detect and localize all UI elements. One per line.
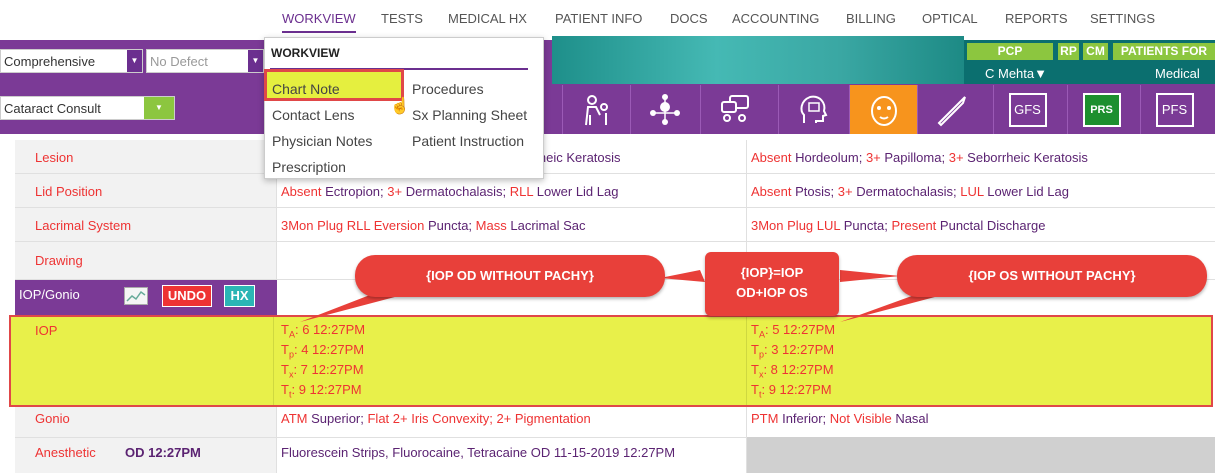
visit-type-select[interactable]: Cataract Consult ▼ (0, 96, 175, 120)
nav-optical[interactable]: OPTICAL (922, 11, 978, 26)
patient-exam-icon (584, 94, 608, 125)
iop-os-tx[interactable]: Tx: 8 12:27PM (751, 362, 834, 380)
chart-icon[interactable] (124, 287, 148, 305)
iop-os-tp[interactable]: Tp: 3 12:27PM (751, 342, 834, 360)
patients-for-badge[interactable]: PATIENTS FOR (1113, 43, 1215, 60)
exam-type-select[interactable]: Comprehensive ▼ (0, 49, 143, 73)
row-label-anesthetic[interactable]: Anesthetic (35, 445, 96, 460)
patient-panel: PCP RP CM PATIENTS FOR C Mehta▼ Medical (964, 40, 1215, 84)
iop-gonio-label[interactable]: IOP/Gonio (19, 287, 80, 302)
provider-select[interactable]: C Mehta▼ (985, 66, 1047, 81)
lid-os-text[interactable]: Absent Ptosis; 3+ Dermatochalasis; LUL L… (751, 184, 1069, 199)
iop-od-ta[interactable]: TA: 6 12:27PM (281, 322, 365, 340)
defect-select[interactable]: No Defect ▼ (146, 49, 264, 73)
callout-iop-od: {IOP OD WITHOUT PACHY} (355, 255, 665, 297)
nav-medical-hx[interactable]: MEDICAL HX (448, 11, 527, 26)
consult-tool[interactable] (700, 85, 768, 134)
nav-patient-info[interactable]: PATIENT INFO (555, 11, 642, 26)
lid-od-text[interactable]: Absent Ectropion; 3+ Dermatochalasis; RL… (281, 184, 618, 199)
gfs-tool[interactable]: GFS (993, 85, 1061, 134)
callout-iop-sum: {IOP}=IOP OD+IOP OS (705, 252, 839, 316)
row-label-drawing[interactable]: Drawing (35, 253, 83, 268)
network-tool[interactable] (630, 85, 698, 134)
chevron-down-icon: ▼ (127, 50, 142, 72)
chat-icon (720, 94, 749, 122)
lacrimal-od-text[interactable]: 3Mon Plug RLL Eversion Puncta; Mass Lacr… (281, 218, 586, 233)
chevron-down-icon: ▼ (248, 50, 263, 72)
patient-exam-tool[interactable] (562, 85, 630, 134)
gonio-od-text[interactable]: ATM Superior; Flat 2+ Iris Convexity; 2+… (281, 411, 591, 426)
iop-od-tt[interactable]: Tt: 9 12:27PM (281, 382, 362, 400)
iop-gonio-header: IOP/Gonio UNDO HX (15, 280, 277, 315)
anesthetic-time: OD 12:27PM (125, 445, 201, 460)
scalpel-tool[interactable] (917, 85, 985, 134)
nav-tests[interactable]: TESTS (381, 11, 423, 26)
callout-iop-sum-line2: OD+IOP OS (736, 285, 808, 300)
menu-item-procedures[interactable]: Procedures (412, 81, 484, 97)
active-tab-indicator (282, 31, 356, 33)
menu-item-physician-notes[interactable]: Physician Notes (272, 133, 372, 149)
iop-od-tx[interactable]: Tx: 7 12:27PM (281, 362, 364, 380)
neuro-tool[interactable] (778, 85, 846, 134)
table-row: Lid Position Absent Ectropion; 3+ Dermat… (15, 174, 1215, 208)
rp-badge[interactable]: RP (1058, 43, 1079, 60)
lesion-os-text[interactable]: Absent Hordeolum; 3+ Papilloma; 3+ Sebor… (751, 150, 1088, 165)
nav-reports[interactable]: REPORTS (1005, 11, 1068, 26)
undo-button[interactable]: UNDO (162, 285, 212, 307)
category-label: Medical (1155, 66, 1200, 81)
nav-workview[interactable]: WORKVIEW (282, 11, 356, 26)
nav-billing[interactable]: BILLING (846, 11, 896, 26)
row-label-gonio[interactable]: Gonio (35, 411, 70, 426)
visit-type-value: Cataract Consult (4, 101, 101, 116)
face-tool[interactable] (849, 85, 917, 134)
callout-iop-os: {IOP OS WITHOUT PACHY} (897, 255, 1207, 297)
nav-docs[interactable]: DOCS (670, 11, 708, 26)
cm-badge[interactable]: CM (1083, 43, 1108, 60)
hx-button[interactable]: HX (224, 285, 255, 307)
iop-os-ta[interactable]: TA: 5 12:27PM (751, 322, 835, 340)
row-label-lid-position[interactable]: Lid Position (35, 184, 102, 199)
iop-row: IOP TA: 6 12:27PM Tp: 4 12:27PM Tx: 7 12… (9, 315, 1213, 407)
defect-placeholder: No Defect (150, 54, 208, 69)
anesthetic-os-cell (747, 437, 1215, 473)
row-label-iop[interactable]: IOP (35, 323, 57, 338)
banner-image (552, 36, 964, 84)
gonio-os-text[interactable]: PTM Inferior; Not Visible Nasal (751, 411, 929, 426)
nav-settings[interactable]: SETTINGS (1090, 11, 1155, 26)
menu-item-chart-note[interactable]: Chart Note (272, 81, 340, 97)
line-chart-icon (126, 290, 146, 302)
face-icon (870, 95, 897, 126)
row-label-lesion[interactable]: Lesion (35, 150, 73, 165)
head-book-icon (800, 95, 827, 123)
lacrimal-os-text[interactable]: 3Mon Plug LUL Puncta; Present Punctal Di… (751, 218, 1045, 233)
pcp-badge[interactable]: PCP (967, 43, 1053, 60)
table-row: Lacrimal System 3Mon Plug RLL Eversion P… (15, 208, 1215, 242)
hand-cursor-icon: ☝ (390, 98, 410, 115)
gfs-icon: GFS (1008, 92, 1047, 127)
prs-tool[interactable]: PRS (1067, 85, 1135, 134)
prs-icon: PRS (1082, 92, 1121, 127)
table-row: Lesion orrheic Keratosis Absent Hordeolu… (15, 140, 1215, 174)
dropdown-title: WORKVIEW (271, 46, 340, 60)
scalpel-icon (937, 95, 966, 126)
menu-item-sx-planning-sheet[interactable]: Sx Planning Sheet (412, 107, 527, 123)
menu-item-contact-lens[interactable]: Contact Lens (272, 107, 355, 123)
chevron-down-icon: ▼ (144, 97, 174, 119)
exam-type-value: Comprehensive (4, 54, 96, 69)
menu-item-prescription[interactable]: Prescription (272, 159, 346, 175)
workview-dropdown: WORKVIEW Chart Note Contact Lens Physici… (264, 37, 544, 179)
table-row: Gonio ATM Superior; Flat 2+ Iris Convexi… (15, 404, 1215, 438)
menu-item-patient-instruction[interactable]: Patient Instruction (412, 133, 524, 149)
callout-iop-sum-line1: {IOP}=IOP (740, 265, 804, 280)
iop-os-tt[interactable]: Tt: 9 12:27PM (751, 382, 832, 400)
iop-od-tp[interactable]: Tp: 4 12:27PM (281, 342, 364, 360)
row-label-lacrimal[interactable]: Lacrimal System (35, 218, 131, 233)
anesthetic-od-text[interactable]: Fluorescein Strips, Fluorocaine, Tetraca… (281, 445, 675, 460)
top-nav: WORKVIEW TESTS MEDICAL HX PATIENT INFO D… (0, 0, 1215, 38)
network-icon (649, 93, 680, 125)
pfs-icon: PFS (1155, 92, 1194, 127)
nav-accounting[interactable]: ACCOUNTING (732, 11, 819, 26)
pfs-tool[interactable]: PFS (1140, 85, 1208, 134)
